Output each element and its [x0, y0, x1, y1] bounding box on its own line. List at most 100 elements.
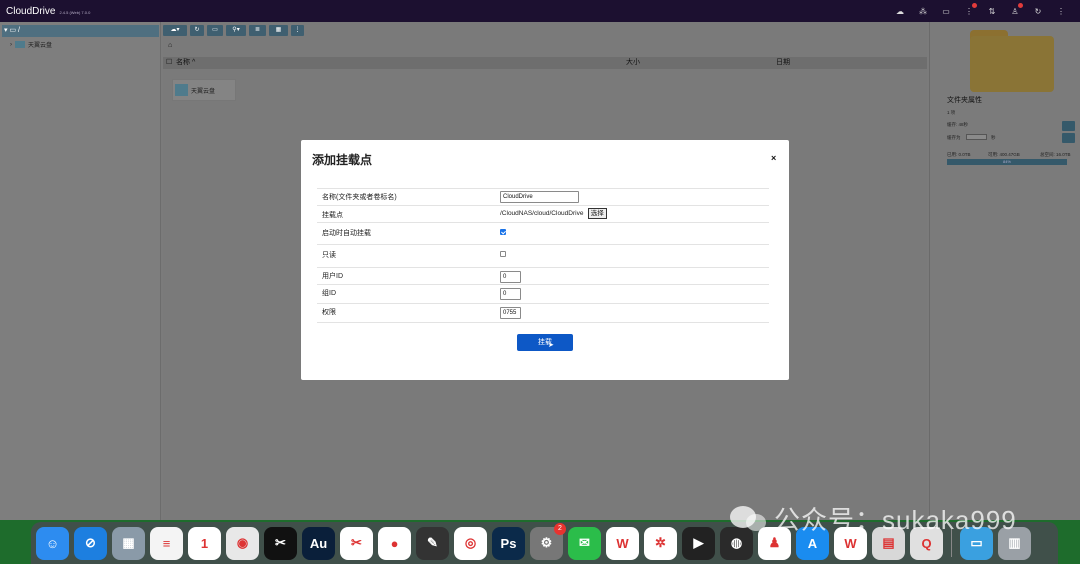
row-autostart: 启动时自动挂载 [317, 222, 769, 244]
col-size[interactable]: 大小 [626, 57, 640, 69]
tree-root[interactable]: ▾ ▭ / [2, 25, 159, 37]
monitor-icon[interactable]: ▭ [941, 7, 951, 16]
folder-icon [15, 41, 25, 48]
dialog-title: 添加挂载点 [312, 153, 373, 167]
gid-label: 组ID [322, 290, 336, 297]
tree-item-label: 天翼云盘 [28, 43, 53, 49]
tasks-badge [972, 2, 977, 8]
app-title: CloudDrive [6, 5, 56, 17]
mount-button[interactable]: 挂载 [517, 334, 573, 351]
permission-label: 权限 [322, 309, 336, 316]
capcut-icon[interactable]: ✂ [264, 526, 297, 560]
select-button[interactable]: 选择 [587, 208, 607, 219]
folder-large-icon [970, 30, 1054, 92]
file-tile[interactable]: 天翼云盘 [172, 79, 236, 101]
more-icon[interactable]: ⋮ [1056, 7, 1066, 16]
properties-panel: 文件夹属性 1 项 缓存: 48秒 缓存为 秒 已用: 0.0TB 可用: 40… [929, 22, 1080, 520]
mountpoint-path: /CloudNAS/cloud/CloudDrive [500, 210, 584, 217]
openai-icon[interactable]: ✲ [644, 526, 677, 560]
cloud-add-button[interactable]: ☁▾ [163, 25, 187, 36]
safari-icon[interactable]: ⊘ [74, 526, 107, 560]
refresh-button[interactable]: ↻ [190, 25, 204, 36]
user-icon[interactable]: ♙ [1010, 2, 1023, 16]
chevron-right-icon[interactable]: › [10, 42, 12, 48]
sidebar: ▾ ▭ / › 天翼云盘 [0, 22, 161, 520]
watermark-text: 公众号：sukaka999 [774, 505, 1017, 535]
mouse-cursor-icon: ➤ [548, 342, 554, 349]
watermark: 公众号：sukaka999 [730, 500, 1017, 537]
notification-badge: 2 [554, 522, 566, 535]
permission-field[interactable]: 0755 [500, 307, 521, 319]
list-view-button[interactable]: ≣ [249, 25, 266, 36]
select-all-checkbox[interactable]: ☐ [166, 57, 172, 69]
todesk-icon[interactable]: ◎ [454, 526, 487, 560]
tree-item-tianyi[interactable]: › 天翼云盘 [10, 40, 52, 49]
calendar-icon[interactable]: 1 [188, 526, 221, 560]
wps-icon[interactable]: W [606, 526, 639, 560]
cache-input[interactable] [966, 134, 987, 140]
mountpoint-label: 挂载点 [322, 212, 343, 219]
col-name[interactable]: 名称 ^ [176, 57, 195, 69]
cloud-icon[interactable]: ☁ [895, 7, 905, 16]
launchpad-icon[interactable]: ▦ [112, 526, 145, 560]
row-uid: 用户ID 0 [317, 267, 769, 284]
wechat-watermark-icon [730, 504, 768, 534]
top-bar: CloudDrive 2.4.5 (Web) 7.0.0 ☁ ⁂ ▭ ⋮ ⇅ ♙… [0, 0, 1080, 22]
photoshop-icon[interactable]: Ps [492, 526, 525, 560]
uid-label: 用户ID [322, 273, 343, 280]
storage-total: 总空间: 16.0TB [1040, 152, 1071, 157]
gid-field[interactable]: 0 [500, 288, 521, 300]
cache-label: 缓存为 [947, 135, 961, 140]
properties-title: 文件夹属性 [947, 97, 982, 104]
audition-icon[interactable]: Au [302, 526, 335, 560]
storage-bar: 84% [947, 159, 1067, 165]
row-name: 名称(文件夹或者卷标名) CloudDrive [317, 188, 769, 205]
tree-root-label: / [18, 27, 20, 34]
grid-view-button[interactable]: ▦ [269, 25, 288, 36]
storage-used: 已用: 0.0TB [947, 152, 971, 157]
name-label: 名称(文件夹或者卷标名) [322, 194, 397, 201]
chrome-icon[interactable]: ◉ [226, 526, 259, 560]
item-count: 1 项 [947, 110, 956, 115]
autostart-label: 启动时自动挂载 [322, 230, 371, 237]
storage-available: 可用: 400.47GB [988, 152, 1020, 157]
folder-icon [175, 84, 188, 96]
finder-icon[interactable]: ☺ [36, 526, 69, 560]
finalcut-icon[interactable]: ✎ [416, 526, 449, 560]
tasks-icon[interactable]: ⋮ [964, 2, 977, 16]
search-button[interactable]: ⚲▾ [226, 25, 246, 36]
cache-unit: 秒 [991, 135, 996, 140]
file-tile-label: 天翼云盘 [191, 88, 216, 95]
row-gid: 组ID 0 [317, 284, 769, 303]
uid-field[interactable]: 0 [500, 271, 521, 283]
row-mountpoint: 挂载点 /CloudNAS/cloud/CloudDrive 选择 [317, 205, 769, 222]
add-mount-dialog: 添加挂载点 × 名称(文件夹或者卷标名) CloudDrive 挂载点 /Clo… [301, 140, 789, 380]
facetime-icon[interactable]: ▶ [682, 526, 715, 560]
gear-button[interactable] [1062, 121, 1075, 131]
upload-icon[interactable]: ⇅ [987, 7, 997, 16]
toolbar: ☁▾ ↻ ▭ ⚲▾ ≣ ▦ ⋮ [163, 25, 304, 36]
reminders-icon[interactable]: ≡ [150, 526, 183, 560]
app-version: 2.4.5 (Web) 7.0.0 [59, 10, 91, 15]
row-readonly: 只读 [317, 244, 769, 267]
apple-icon[interactable]: ● [378, 526, 411, 560]
autostart-checkbox[interactable] [500, 229, 506, 235]
row-permission: 权限 0755 [317, 303, 769, 323]
confirm-button[interactable] [1062, 133, 1075, 143]
readonly-checkbox[interactable] [500, 251, 506, 257]
readonly-label: 只读 [322, 252, 336, 259]
wechat-icon[interactable]: ✉ [568, 526, 601, 560]
cache-line: 缓存: 48秒 [947, 122, 969, 127]
network-icon[interactable]: ⁂ [918, 7, 928, 16]
capcut-alt-icon[interactable]: ✂ [340, 526, 373, 560]
more-button[interactable]: ⋮ [291, 25, 304, 36]
system-settings-icon[interactable]: ⚙ 2 [530, 522, 566, 560]
user-badge [1018, 2, 1023, 8]
col-date[interactable]: 日期 [776, 57, 790, 69]
name-field[interactable]: CloudDrive [500, 191, 579, 203]
monitor-button[interactable]: ▭ [207, 25, 223, 36]
home-icon[interactable]: ⌂ [168, 42, 172, 49]
refresh-icon[interactable]: ↻ [1033, 7, 1043, 16]
close-button[interactable]: × [771, 153, 776, 163]
table-header: ☐ 名称 ^ 大小 日期 [163, 57, 927, 69]
